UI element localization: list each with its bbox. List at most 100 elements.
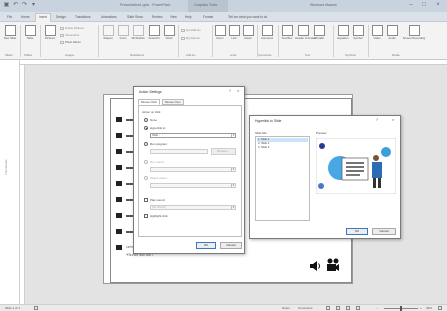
tell-me-search[interactable]: Tell me what you want to do [225, 14, 270, 22]
cancel-button[interactable]: Cancel [372, 228, 396, 235]
radio-object-action[interactable] [144, 176, 148, 180]
close-icon[interactable]: × [392, 117, 394, 122]
shapes-icon [102, 25, 114, 36]
video-camera-icon[interactable] [326, 258, 340, 273]
smartart-button[interactable]: SmartArt [147, 25, 161, 40]
redo-icon[interactable]: ↷ [21, 2, 28, 9]
maximize-icon[interactable]: □ [418, 1, 430, 10]
tab-slide-show[interactable]: Slide Show [124, 14, 146, 22]
tab-format[interactable]: Format [200, 14, 216, 22]
radio-none[interactable] [144, 118, 148, 122]
highlight-click-checkbox[interactable] [144, 214, 148, 218]
wordart-button[interactable]: WordArt [313, 25, 325, 40]
text-box-button[interactable]: Text Box [281, 25, 293, 40]
macro-select[interactable]: ▾ [150, 167, 236, 172]
spell-check-icon[interactable] [34, 306, 38, 310]
table-button[interactable]: Table [23, 25, 37, 40]
group-separator [178, 25, 179, 57]
thumbnail-pane-label: Thumbnails [4, 159, 8, 175]
symbol-button[interactable]: Symbol [352, 25, 364, 40]
help-icon[interactable]: ? [376, 118, 378, 122]
tab-design[interactable]: Design [53, 14, 69, 22]
speaker-icon[interactable] [309, 260, 321, 272]
icons-button[interactable]: Icons [117, 25, 129, 40]
program-path-field[interactable] [150, 149, 208, 154]
chevron-down-icon: ▾ [231, 183, 235, 187]
video-button[interactable]: Video [371, 25, 383, 40]
chart-button[interactable]: Chart [163, 25, 175, 40]
audio-button[interactable]: Audio [386, 25, 398, 40]
object-action-select[interactable]: ▾ [150, 183, 236, 188]
bullet-icon [116, 149, 122, 154]
zoom-level[interactable]: 49% [426, 306, 432, 310]
help-icon[interactable]: ? [229, 89, 231, 93]
tab-transitions[interactable]: Transitions [72, 14, 93, 22]
quick-access-dropdown-icon[interactable]: ▾ [30, 2, 37, 9]
normal-view-icon[interactable] [326, 306, 330, 310]
3d-models-button[interactable]: 3D Models [131, 25, 145, 40]
zoom-in-icon[interactable]: + [420, 306, 422, 310]
radio-hyperlink[interactable] [144, 126, 148, 130]
slide-show-icon[interactable] [356, 306, 360, 310]
minimize-icon[interactable]: – [405, 1, 417, 10]
new-slide-icon [4, 25, 16, 36]
fit-to-window-icon[interactable] [438, 306, 442, 310]
comments-button[interactable]: Comments [298, 306, 313, 310]
action-settings-dialog: Action Settings ? × Mouse Click Mouse Ov… [133, 86, 245, 254]
sound-select[interactable]: [No Sound] ▾ [150, 205, 236, 210]
tab-help[interactable]: Help [182, 14, 195, 22]
group-label-illustrations: Illustrations [130, 53, 145, 57]
list-item[interactable]: 3. Slide 3 [257, 146, 269, 150]
tab-review[interactable]: Review [149, 14, 165, 22]
slide-list[interactable]: 1. Slide 1 2. Slide 2 3. Slide 3 [255, 136, 310, 221]
save-icon[interactable]: ▣ [3, 2, 10, 9]
close-icon[interactable]: × [432, 1, 444, 10]
browse-button[interactable]: Browse... [211, 148, 236, 155]
photo-album-button[interactable]: Photo Album [60, 40, 81, 44]
comment-button[interactable]: Comment [259, 25, 275, 40]
zoom-button[interactable]: Zoom [214, 25, 226, 40]
zoom-out-icon[interactable]: – [376, 306, 378, 310]
hyperlink-select[interactable]: Slide... ▾ [150, 133, 236, 138]
slide-preview-image [316, 138, 396, 194]
tab-home[interactable]: Home [18, 14, 33, 22]
zoom-slider-thumb[interactable] [400, 306, 402, 311]
group-separator [20, 25, 21, 57]
notes-button[interactable]: Notes [282, 306, 290, 310]
bullet-icon [116, 197, 122, 202]
preview-label: Preview [316, 131, 327, 135]
link-button[interactable]: Link [228, 25, 240, 40]
hyperlink-to-slide-dialog: Hyperlink to Slide ? × Slide title: 1. S… [249, 115, 401, 239]
radio-run-program[interactable] [144, 142, 148, 146]
screenshot-button[interactable]: Screenshot [60, 33, 79, 37]
equation-icon [337, 25, 349, 36]
new-slide-button[interactable]: New Slide [3, 25, 17, 40]
shapes-button[interactable]: Shapes [101, 25, 115, 40]
pictures-button[interactable]: Pictures [43, 25, 57, 40]
chevron-down-icon: ▾ [231, 133, 235, 137]
screen-recording-button[interactable]: Screen Recording [402, 25, 426, 40]
ok-button[interactable]: OK [196, 242, 216, 249]
thumbnail-pane[interactable]: Thumbnails [0, 60, 20, 304]
group-label-tables: Tables [24, 53, 33, 57]
ok-button[interactable]: OK [346, 228, 368, 235]
undo-icon[interactable]: ↶ [12, 2, 19, 9]
tab-view[interactable]: View [167, 14, 180, 22]
my-addins-button[interactable]: My Add-ins [181, 36, 200, 40]
get-addins-button[interactable]: Get Add-ins [181, 28, 201, 32]
radio-run-macro[interactable] [144, 160, 148, 164]
slide-count: Slide 1 of 1 [5, 306, 21, 310]
play-sound-checkbox[interactable] [144, 198, 148, 202]
online-pictures-button[interactable]: Online Pictures [60, 26, 84, 30]
equation-button[interactable]: Equation [336, 25, 350, 40]
user-name[interactable]: Windows Maanto [310, 3, 337, 7]
tab-animations[interactable]: Animations [98, 14, 120, 22]
close-icon[interactable]: × [237, 88, 239, 93]
horizontal-ruler [20, 60, 447, 65]
slide-sorter-icon[interactable] [336, 306, 340, 310]
cancel-button[interactable]: Cancel [220, 242, 242, 249]
action-button[interactable]: Action [242, 25, 254, 40]
header-footer-button[interactable]: Header & Footer [295, 25, 316, 40]
tab-file[interactable]: File [4, 14, 15, 22]
reading-view-icon[interactable] [346, 306, 350, 310]
